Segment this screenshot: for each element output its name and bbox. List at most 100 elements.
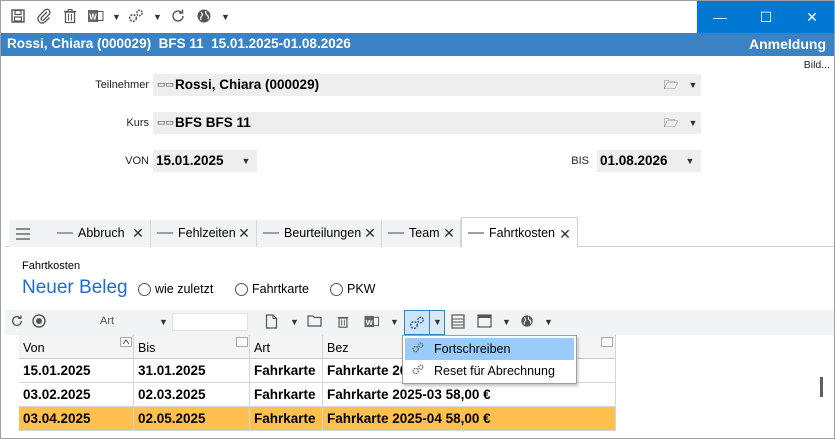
application-window: W ▼ ▼ ▼ — ☐ ✕ Rossi, Chiara (000029) BFS… (0, 0, 835, 439)
record-header-bar: Rossi, Chiara (000029) BFS 11 15.01.2025… (1, 33, 834, 56)
close-tab-icon[interactable]: ✕ (558, 226, 572, 242)
kurs-value: BFS BFS 11 (175, 115, 251, 130)
column-header-art[interactable]: Art (250, 335, 323, 358)
tab-label: Fehlzeiten (178, 226, 236, 240)
section-caption: Fahrtkosten (22, 260, 81, 272)
cell-art: Fahrkarte (250, 407, 323, 430)
radio-circle (138, 283, 151, 296)
globe-icon[interactable] (195, 8, 213, 26)
folder-icon[interactable]: 🗁 (663, 115, 679, 131)
globe-dropdown-caret[interactable]: ▼ (221, 10, 230, 24)
globe-icon[interactable] (519, 314, 535, 330)
cell-bis: 02.03.2025 (134, 383, 250, 406)
art-dropdown-caret[interactable]: ▼ (159, 316, 168, 328)
refresh-icon[interactable] (169, 8, 187, 26)
delete-icon[interactable] (335, 314, 351, 330)
window-layout-icon[interactable] (476, 314, 492, 330)
tab-team[interactable]: Team ✕ (382, 220, 461, 247)
tab-fahrtkosten[interactable]: Fahrtkosten ✕ (461, 217, 578, 248)
word-dropdown-caret[interactable]: ▼ (112, 10, 121, 24)
gears-icon[interactable] (127, 8, 145, 26)
tab-icon (388, 232, 404, 234)
tab-label: Beurteilungen (284, 226, 362, 240)
grid-toolbar: Art ▼ ▼ W ▼ ▼ ▼ ▼ (5, 310, 834, 335)
kurs-label: Kurs (126, 117, 149, 129)
kurs-field[interactable]: ▭▭ BFS BFS 11 🗁 ▼ (153, 112, 701, 134)
gears-dropdown-caret[interactable]: ▼ (153, 10, 162, 24)
table-row-selected[interactable]: 03.04.2025 02.05.2025 Fahrkarte Fahrkart… (19, 407, 616, 431)
maximize-button[interactable]: ☐ (743, 1, 789, 33)
von-dropdown-caret[interactable]: ▼ (241, 155, 251, 167)
column-filter-box[interactable] (601, 337, 613, 347)
column-header-bis[interactable]: Bis (134, 335, 250, 358)
word-icon[interactable]: W (87, 8, 105, 26)
radio-circle (235, 283, 248, 296)
tab-fehlzeiten[interactable]: Fehlzeiten ✕ (151, 220, 257, 247)
new-entry-link[interactable]: Neuer Beleg (22, 277, 128, 299)
tab-beurteilungen[interactable]: Beurteilungen ✕ (257, 220, 382, 247)
folder-icon[interactable]: 🗁 (663, 77, 679, 93)
globe-dropdown-caret[interactable]: ▼ (544, 316, 553, 328)
bis-value: 01.08.2026 (600, 153, 668, 168)
save-icon[interactable] (9, 8, 27, 26)
cell-von: 03.02.2025 (19, 383, 134, 406)
tab-icon (263, 232, 279, 234)
menu-item-reset-fuer-abrechnung[interactable]: Reset für Abrechnung (405, 360, 574, 382)
cell-bis: 02.05.2025 (134, 407, 250, 430)
table-view-icon[interactable] (450, 314, 466, 330)
close-tab-icon[interactable]: ✕ (442, 225, 456, 241)
delete-icon[interactable] (61, 8, 79, 26)
tab-label: Abbruch (78, 226, 125, 240)
tab-label: Fahrtkosten (489, 226, 556, 240)
close-tab-icon[interactable]: ✕ (363, 225, 377, 241)
new-dropdown-caret[interactable]: ▼ (290, 316, 299, 328)
art-filter-input[interactable] (172, 313, 248, 331)
bild-link[interactable]: Bild... (804, 59, 830, 71)
table-row[interactable]: 03.02.2025 02.03.2025 Fahrkarte Fahrkart… (19, 383, 616, 407)
radio-label: PKW (347, 282, 376, 296)
layout-dropdown-caret[interactable]: ▼ (502, 316, 511, 328)
menu-item-label: Reset für Abrechnung (434, 364, 555, 378)
menu-item-fortschreiben[interactable]: Fortschreiben (405, 338, 574, 360)
record-title: Rossi, Chiara (000029) BFS 11 15.01.2025… (7, 36, 351, 51)
radio-label: Fahrtkarte (252, 282, 309, 296)
gears-button[interactable] (404, 310, 430, 335)
von-date-field[interactable]: 15.01.2025 ▼ (153, 150, 257, 172)
word-dropdown-caret[interactable]: ▼ (390, 316, 399, 328)
radio-label: wie zuletzt (155, 282, 214, 296)
teilnehmer-label: Teilnehmer (95, 79, 149, 91)
bis-label: BIS (571, 155, 589, 167)
close-tab-icon[interactable]: ✕ (131, 225, 145, 241)
vertical-scrollbar[interactable] (820, 377, 823, 397)
refresh-icon[interactable] (9, 314, 25, 330)
column-header-von[interactable]: Von (19, 335, 134, 358)
teilnehmer-dropdown-caret[interactable]: ▼ (688, 79, 698, 91)
teilnehmer-field[interactable]: ▭▭ Rossi, Chiara (000029) 🗁 ▼ (153, 74, 701, 96)
close-button[interactable]: ✕ (789, 1, 834, 33)
target-icon[interactable] (31, 314, 47, 330)
sort-asc-icon[interactable] (120, 337, 132, 347)
gears-icon (410, 363, 426, 379)
bis-dropdown-caret[interactable]: ▼ (685, 155, 695, 167)
von-label: VON (125, 155, 149, 167)
gears-context-menu: Fortschreiben Reset für Abrechnung (402, 335, 577, 384)
attach-icon[interactable] (35, 8, 53, 26)
close-tab-icon[interactable]: ✕ (237, 225, 251, 241)
menu-button[interactable] (9, 220, 55, 247)
bis-date-field[interactable]: 01.08.2026 ▼ (597, 150, 701, 172)
main-toolbar: W ▼ ▼ ▼ — ☐ ✕ (1, 1, 834, 33)
folder-icon[interactable] (307, 314, 323, 330)
minimize-button[interactable]: — (697, 1, 743, 33)
tab-abbruch[interactable]: Abbruch ✕ (51, 220, 151, 247)
gears-icon (410, 341, 426, 357)
new-document-icon[interactable] (263, 314, 279, 330)
gears-dropdown-caret[interactable]: ▼ (430, 310, 445, 335)
svg-text:W: W (89, 13, 97, 22)
link-icon: ▭▭ (157, 79, 175, 89)
column-filter-box[interactable] (236, 337, 248, 347)
kurs-dropdown-caret[interactable]: ▼ (688, 117, 698, 129)
menu-item-label: Fortschreiben (434, 342, 511, 356)
von-value: 15.01.2025 (156, 153, 224, 168)
word-icon[interactable]: W (362, 314, 382, 330)
tab-bar: Abbruch ✕ Fehlzeiten ✕ Beurteilungen ✕ T… (5, 217, 834, 248)
